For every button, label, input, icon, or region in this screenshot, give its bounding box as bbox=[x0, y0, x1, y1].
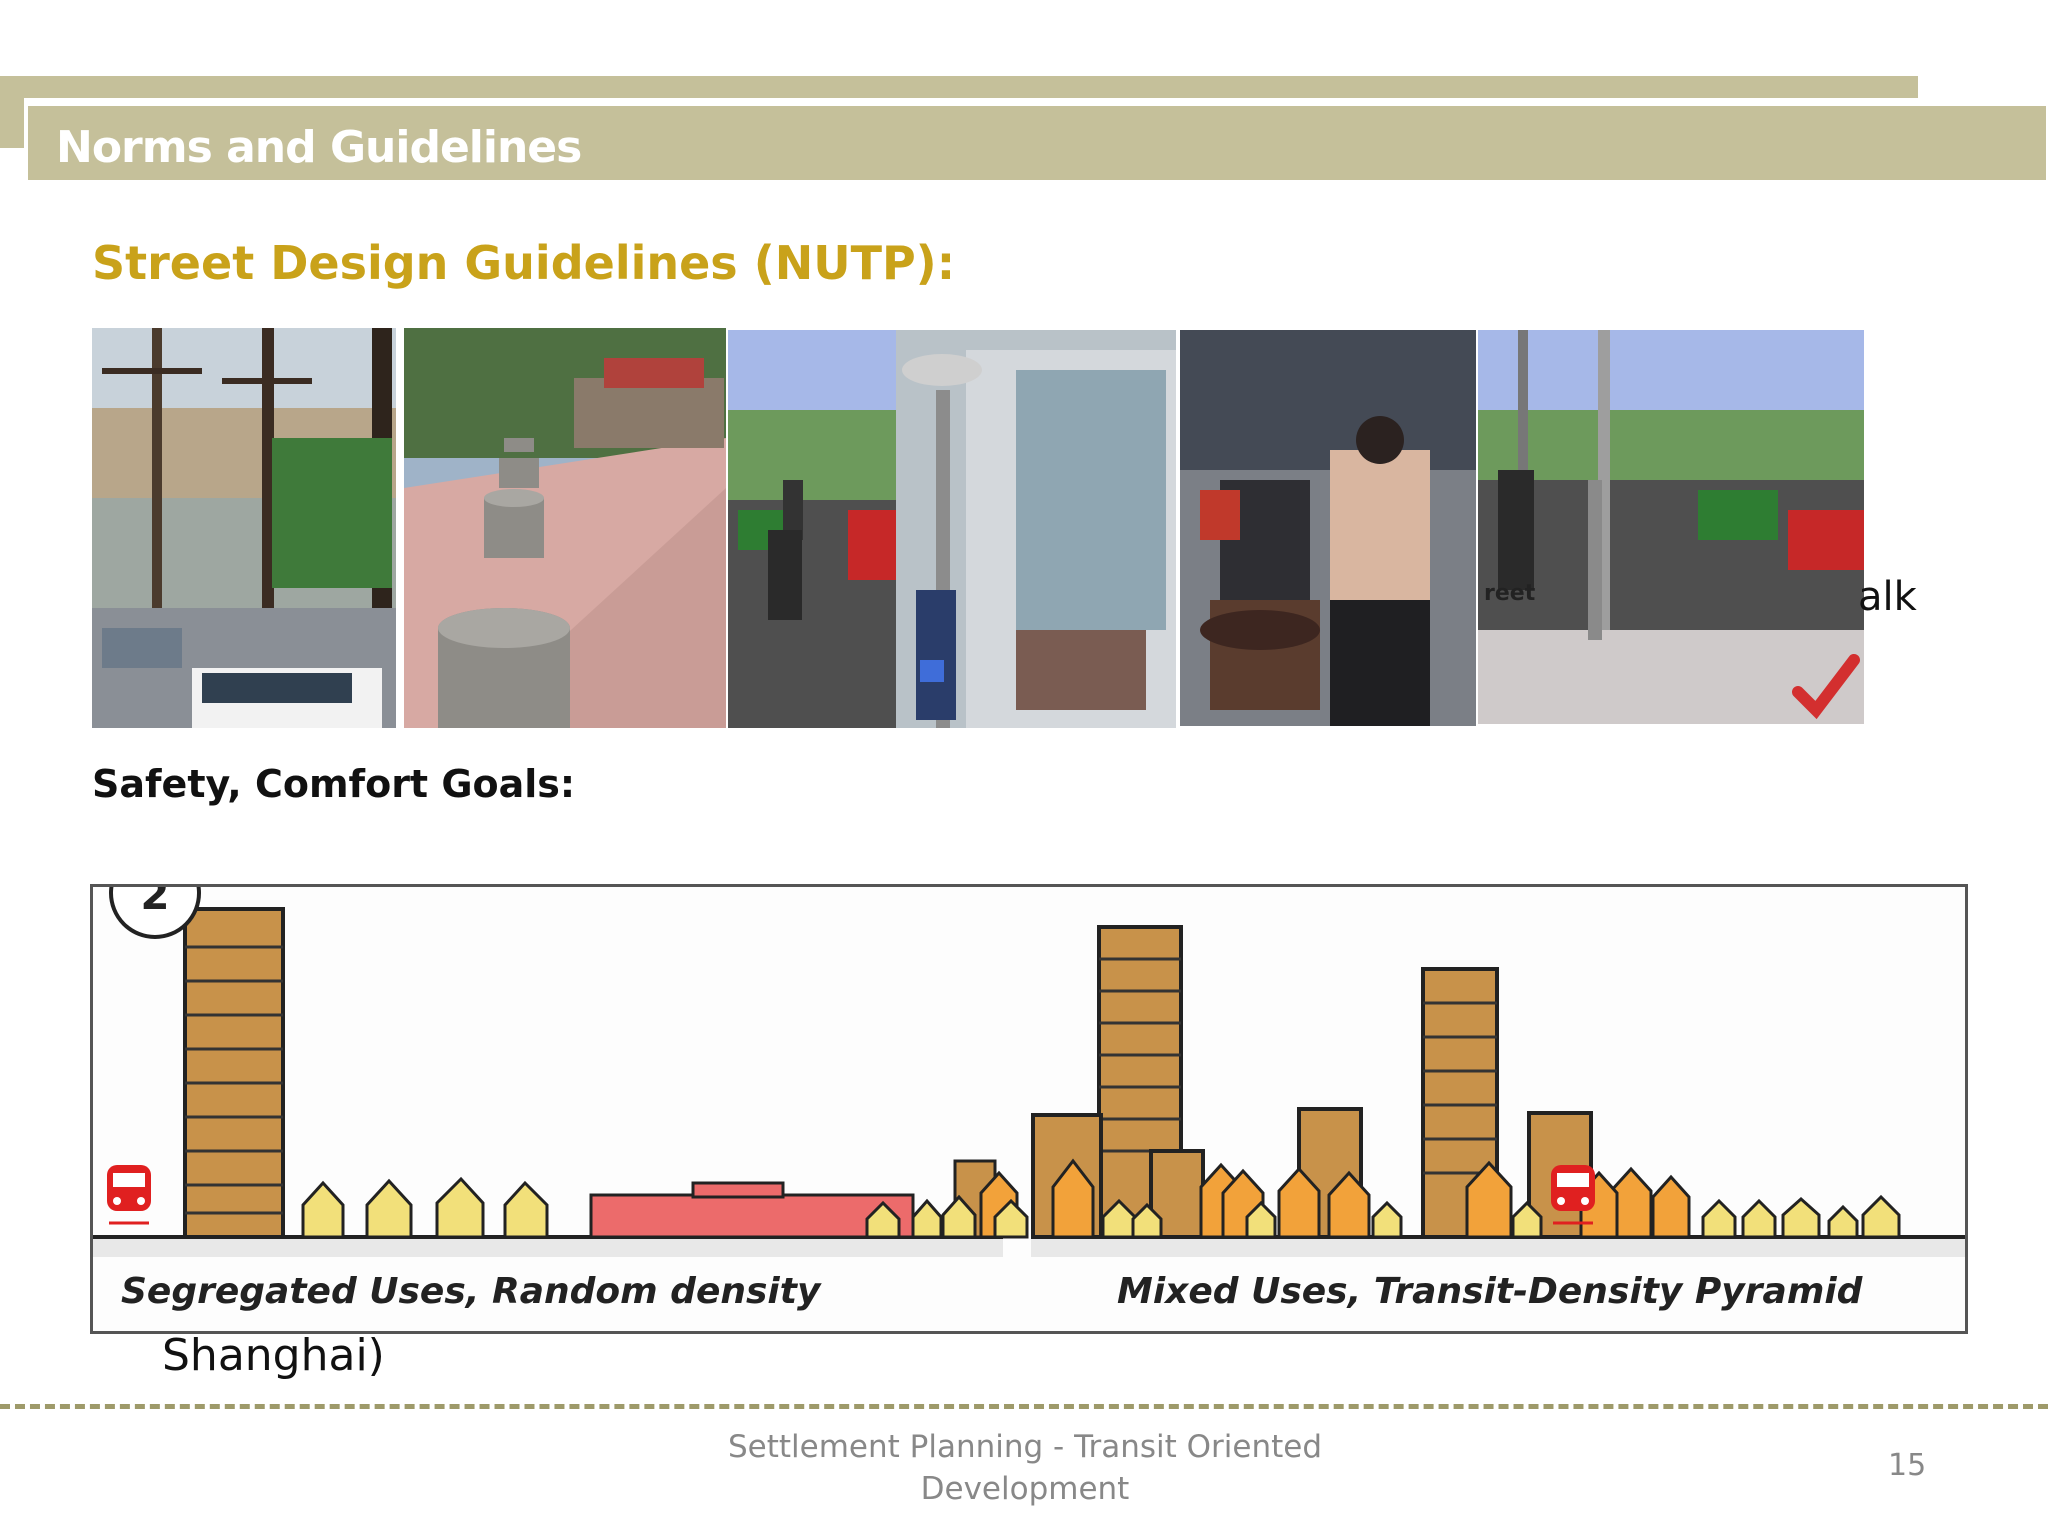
photo-parking-meter bbox=[896, 330, 1176, 728]
header-band-top bbox=[0, 76, 1918, 98]
photo-bollards bbox=[404, 328, 726, 728]
street-sign-text: reet bbox=[1484, 581, 1536, 606]
diagram-badge: 2 bbox=[140, 887, 169, 919]
left-caption: Segregated Uses, Random density bbox=[121, 1271, 821, 1312]
footer-line-1: Settlement Planning - Transit Oriented bbox=[727, 1429, 1323, 1465]
partial-text: alk bbox=[1858, 574, 1917, 620]
density-diagram: 2 Segregated Uses, Random density Mixed … bbox=[90, 847, 1973, 1334]
photo-street-render-good: reet bbox=[1478, 330, 1864, 724]
right-caption: Mixed Uses, Transit-Density Pyramid bbox=[1117, 1271, 1863, 1312]
photo-street-vendors bbox=[1180, 330, 1476, 726]
footer-divider bbox=[0, 1404, 2048, 1409]
footer-line-2: Development bbox=[920, 1471, 1130, 1507]
partial-text-below: Shanghai) bbox=[162, 1330, 385, 1381]
footer-text: Settlement Planning - Transit Oriented D… bbox=[720, 1426, 1330, 1510]
header-band-tab bbox=[0, 76, 24, 148]
train-icon-left bbox=[107, 1165, 151, 1225]
photo-utility-poles bbox=[92, 328, 396, 728]
page-title: Norms and Guidelines bbox=[56, 122, 582, 173]
section-heading: Street Design Guidelines (NUTP): bbox=[92, 236, 956, 290]
goals-heading: Safety, Comfort Goals: bbox=[92, 762, 576, 806]
photo-street-render bbox=[728, 330, 896, 728]
page-number: 15 bbox=[1888, 1448, 1927, 1483]
